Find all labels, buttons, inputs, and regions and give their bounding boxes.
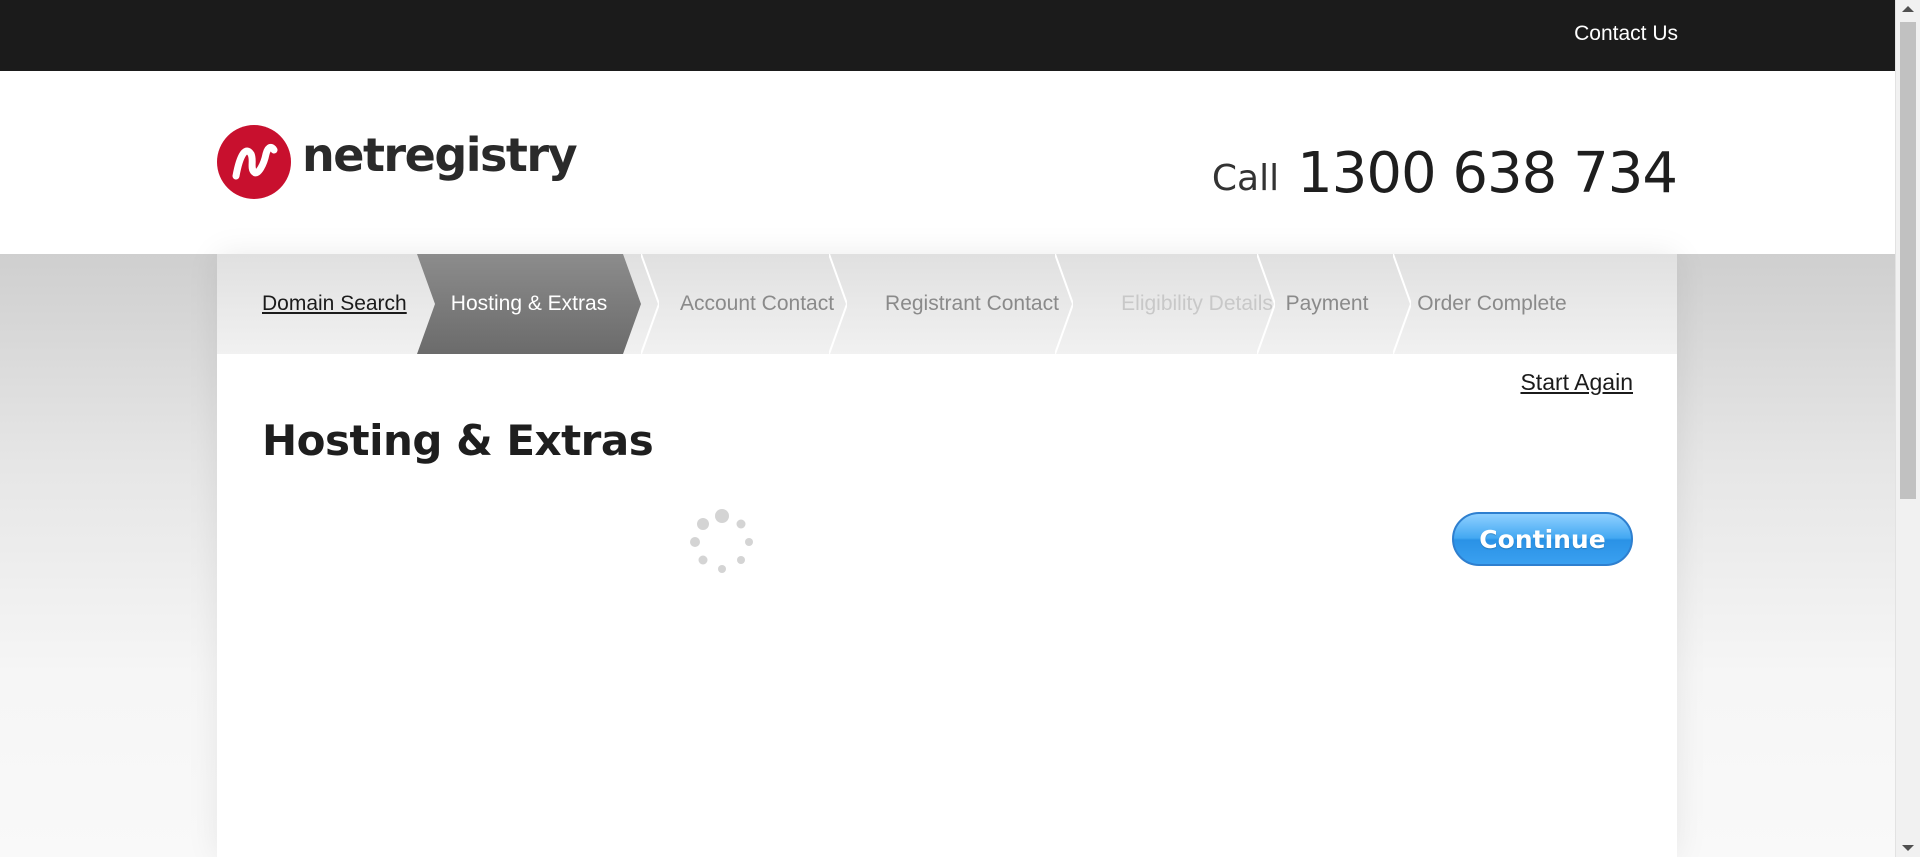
logo-wordmark: netregistry — [302, 128, 578, 182]
netregistry-logo-mark-icon — [217, 125, 291, 199]
site-header: netregistry Call 1300 638 734 — [0, 71, 1895, 254]
step-hosting-extras: Hosting & Extras — [417, 254, 641, 354]
vertical-scrollbar[interactable] — [1895, 0, 1920, 857]
scroll-up-arrow-icon[interactable] — [1902, 6, 1914, 12]
top-bar: Contact Us — [0, 0, 1895, 71]
step-payment: Payment — [1285, 292, 1369, 315]
scrollbar-thumb[interactable] — [1900, 22, 1916, 499]
step-separator — [829, 254, 847, 354]
start-again-link[interactable]: Start Again — [1520, 369, 1633, 396]
step-registrant-contact: Registrant Contact — [885, 292, 1059, 315]
scroll-down-arrow-icon[interactable] — [1902, 845, 1914, 851]
spinner-icon — [690, 509, 753, 573]
step-domain-search[interactable]: Domain Search — [217, 254, 427, 354]
continue-button[interactable]: Continue — [1452, 512, 1633, 566]
step-domain-search-link[interactable]: Domain Search — [262, 292, 407, 316]
step-order-complete: Order Complete — [1417, 292, 1567, 315]
page-title: Hosting & Extras — [262, 416, 654, 465]
contact-us-link[interactable]: Contact Us — [1574, 22, 1678, 46]
phone-number[interactable]: 1300 638 734 — [1297, 141, 1678, 206]
step-account-contact: Account Contact — [679, 292, 835, 315]
progress-steps: Domain Search Hosting & Extras Account C… — [217, 254, 1677, 354]
step-separator — [1055, 254, 1073, 354]
checkout-panel: Domain Search Hosting & Extras Account C… — [217, 254, 1677, 857]
call-label: Call — [1211, 158, 1280, 199]
phone-contact: Call 1300 638 734 — [1211, 141, 1678, 206]
